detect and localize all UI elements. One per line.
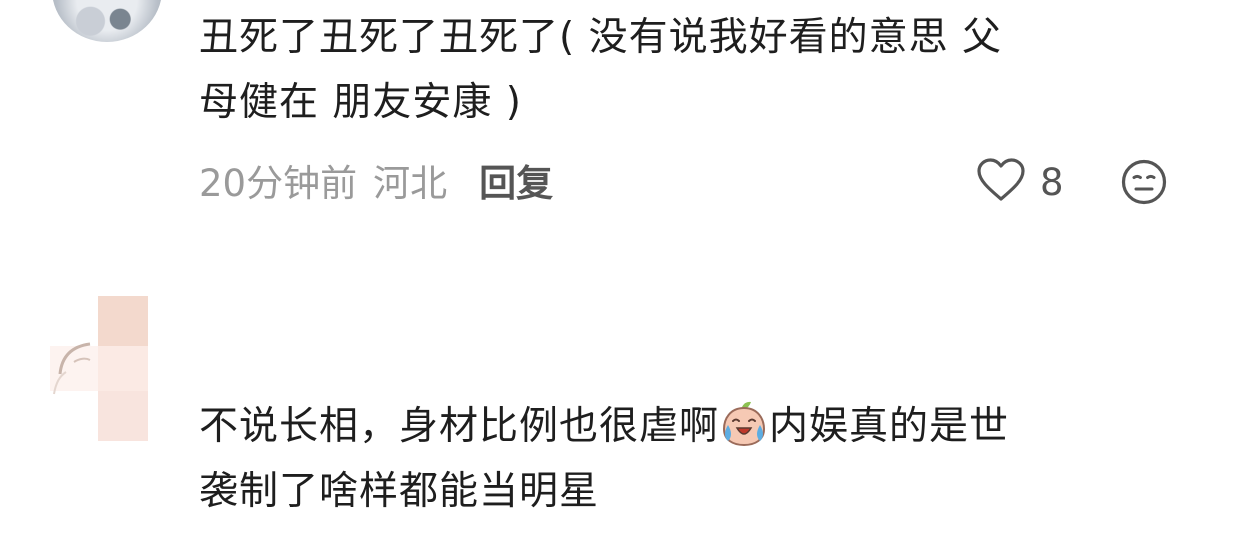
dislike-button[interactable] [1120, 158, 1168, 206]
meh-face-icon [1120, 159, 1168, 210]
like-count: 8 [1040, 160, 1064, 204]
comment-meta: 20分钟前 河北 回复 [199, 150, 553, 210]
comment-location: 河北 [373, 162, 448, 205]
reply-button[interactable]: 回复 [479, 153, 553, 207]
comment-text: 丑死了丑死了丑死了( 没有说我好看的意思 父 母健在 朋友安康 ) [199, 15, 1003, 125]
crying-peach-emoji [720, 401, 768, 447]
heart-outline-icon [976, 157, 1026, 207]
avatar[interactable] [52, 0, 162, 42]
avatar[interactable] [50, 296, 150, 446]
like-button[interactable]: 8 [976, 154, 1064, 210]
comment-text-part: 不说长相，身材比例也很虐啊 [199, 404, 720, 449]
comment-time: 20分钟前 [199, 162, 358, 205]
comment-text: 不说长相，身材比例也很虐啊 内娱真的是世 袭制了啥样都能当明星 [199, 394, 1184, 524]
